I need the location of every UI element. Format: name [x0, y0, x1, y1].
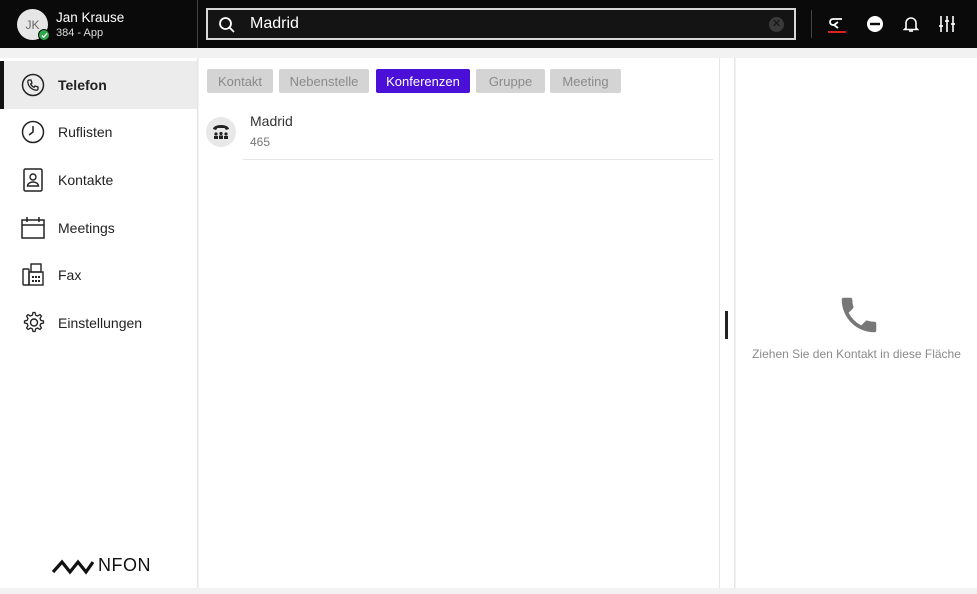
user-name: Jan Krause — [56, 10, 125, 25]
sidebar-item-label: Ruflisten — [58, 124, 113, 140]
sidebar-item-label: Einstellungen — [58, 315, 143, 331]
phone-icon — [20, 72, 46, 98]
main-panel: Kontakt Nebenstelle Konferenzen Gruppe M… — [199, 58, 719, 588]
clock-icon — [20, 119, 46, 145]
sidebar: Telefon Ruflisten Kontakte Meetings Fax … — [0, 58, 198, 588]
status-available-icon — [38, 29, 50, 41]
search-icon — [218, 16, 236, 39]
call-forward-icon[interactable] — [826, 13, 848, 35]
search-input[interactable] — [250, 10, 760, 38]
nfon-logo: NFON — [52, 555, 151, 576]
fax-icon — [20, 262, 46, 288]
drop-zone-text: Ziehen Sie den Kontakt in diese Fläche — [752, 347, 961, 361]
settings-sliders-icon[interactable] — [936, 13, 958, 35]
drop-zone[interactable]: Ziehen Sie den Kontakt in diese Fläche — [736, 58, 977, 588]
sidebar-item-label: Fax — [58, 267, 82, 283]
search-box: ✕ — [206, 8, 796, 40]
tab-nebenstelle[interactable]: Nebenstelle — [279, 69, 369, 93]
user-profile[interactable]: JK Jan Krause 384 - App — [0, 0, 198, 48]
clear-search-icon[interactable]: ✕ — [769, 17, 784, 32]
bell-icon[interactable] — [900, 13, 922, 35]
result-name: Madrid — [250, 113, 293, 129]
toolbar-divider — [811, 10, 812, 38]
conference-phone-icon — [206, 117, 236, 147]
sidebar-item-kontakte[interactable]: Kontakte — [0, 156, 197, 204]
do-not-disturb-icon[interactable] — [864, 13, 886, 35]
sidebar-item-meetings[interactable]: Meetings — [0, 204, 197, 252]
gear-icon — [20, 310, 46, 336]
divider — [243, 159, 713, 160]
tab-meeting[interactable]: Meeting — [550, 69, 621, 93]
sidebar-item-label: Telefon — [58, 77, 107, 93]
sidebar-item-fax[interactable]: Fax — [0, 251, 197, 299]
tab-konferenzen[interactable]: Konferenzen — [376, 69, 470, 93]
resize-handle[interactable] — [725, 311, 728, 339]
sidebar-item-einstellungen[interactable]: Einstellungen — [0, 299, 197, 347]
calendar-icon — [20, 215, 46, 241]
sidebar-item-telefon[interactable]: Telefon — [0, 61, 197, 109]
top-bar: JK Jan Krause 384 - App ✕ — [0, 0, 977, 48]
logo-text: NFON — [98, 555, 151, 575]
sidebar-item-label: Meetings — [58, 220, 115, 236]
sidebar-item-label: Kontakte — [58, 172, 114, 188]
tab-gruppe[interactable]: Gruppe — [476, 69, 545, 93]
list-item[interactable]: Madrid 465 — [199, 104, 719, 160]
user-extension: 384 - App — [56, 27, 104, 39]
sidebar-item-ruflisten[interactable]: Ruflisten — [0, 108, 197, 156]
phone-icon — [836, 292, 882, 343]
tab-kontakt[interactable]: Kontakt — [207, 69, 273, 93]
result-number: 465 — [250, 135, 271, 149]
contact-card-icon — [20, 167, 46, 193]
